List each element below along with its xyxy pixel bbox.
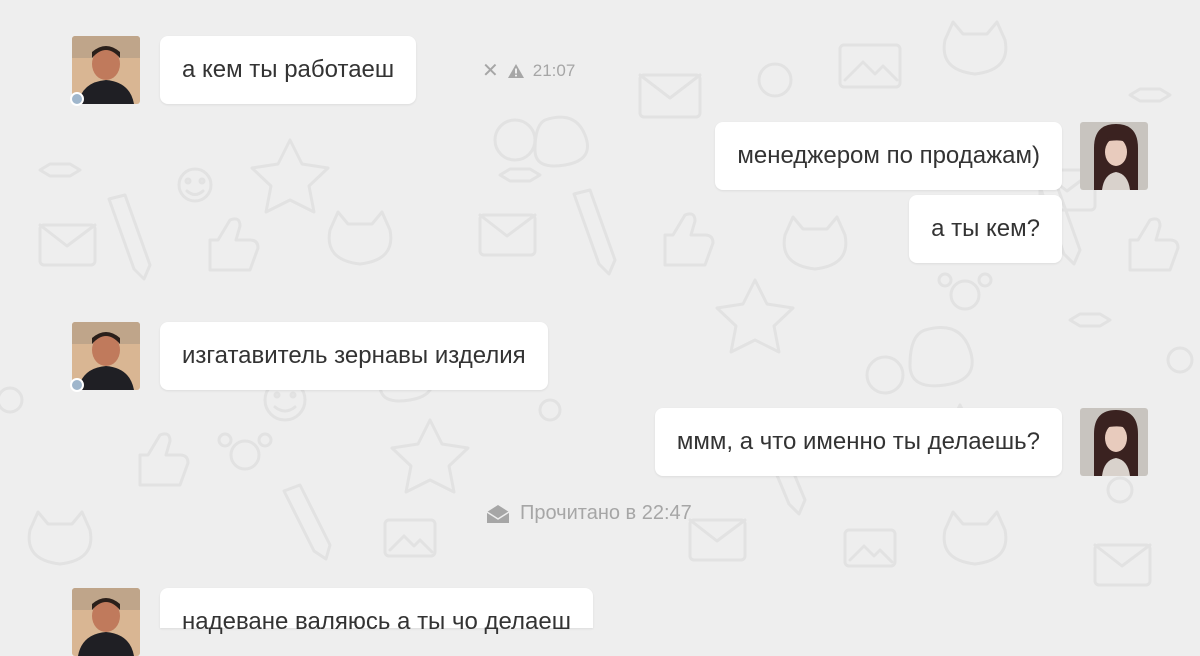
message-text: менеджером по продажам) [737, 142, 1040, 169]
message-text: изгатавитель зернавы изделия [182, 342, 526, 369]
message-bubble-incoming[interactable]: надеване валяюсь а ты чо делаеш [160, 588, 594, 635]
read-status: Прочитано в 22:47 [486, 502, 692, 525]
message-time: 21:07 [532, 60, 576, 80]
message-bubble-outgoing[interactable]: менеджером по продажам) [715, 122, 1062, 190]
message-bubble-incoming[interactable]: а кем ты работаеш [160, 36, 417, 104]
close-icon[interactable]: ✕ [482, 58, 499, 83]
message-meta: ✕ 21:07 [482, 58, 575, 83]
avatar-male[interactable] [72, 588, 140, 656]
online-status-dot [70, 92, 84, 106]
envelope-open-icon [486, 504, 510, 523]
message-bubble-incoming[interactable]: изгатавитель зернавы изделия [160, 322, 548, 390]
warning-icon[interactable] [507, 63, 525, 79]
message-text: а кем ты работаеш [182, 56, 395, 83]
message-bubble-outgoing[interactable]: ммм, а что именно ты делаешь? [654, 408, 1062, 476]
avatar-female[interactable] [1080, 408, 1148, 476]
online-status-dot [70, 378, 84, 392]
avatar-female[interactable] [1080, 122, 1148, 190]
message-text: ммм, а что именно ты делаешь? [676, 428, 1040, 455]
message-text: а ты кем? [931, 215, 1040, 242]
message-bubble-outgoing[interactable]: а ты кем? [909, 195, 1062, 263]
read-status-text: Прочитано в 22:47 [520, 502, 692, 524]
message-text: надеване валяюсь а ты чо делаеш [182, 608, 572, 635]
